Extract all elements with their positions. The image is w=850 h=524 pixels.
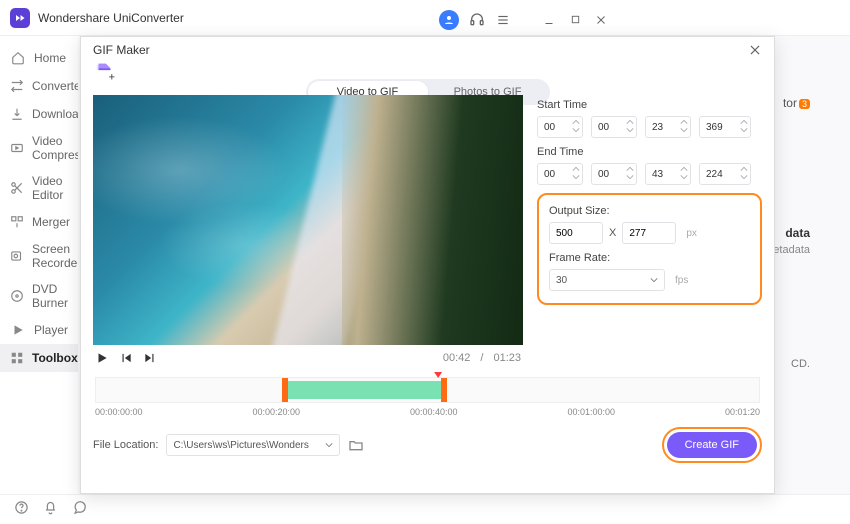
frame-rate-label: Frame Rate:	[549, 252, 750, 264]
output-width[interactable]	[549, 222, 603, 244]
x-label: X	[609, 227, 616, 239]
sidebar-item-label: Video Editor	[32, 174, 68, 202]
sidebar-item-recorder[interactable]: Screen Recorder	[0, 236, 78, 276]
bg-text: CD.	[791, 358, 810, 370]
tick: 00:01:00:00	[567, 407, 615, 417]
sidebar-item-player[interactable]: Player	[0, 316, 78, 344]
home-icon	[10, 50, 26, 66]
app-logo	[10, 8, 30, 28]
add-file-icon[interactable]: +	[93, 61, 115, 83]
close-button[interactable]	[593, 12, 609, 28]
time-total: 01:23	[493, 352, 521, 364]
prev-frame-button[interactable]	[119, 351, 133, 365]
grid-icon	[10, 350, 24, 366]
svg-text:+: +	[109, 71, 115, 83]
start-minutes[interactable]: 00	[591, 116, 637, 138]
video-preview[interactable]	[93, 95, 523, 345]
minimize-button[interactable]	[541, 12, 557, 28]
start-hours[interactable]: 00	[537, 116, 583, 138]
app-title: Wondershare UniConverter	[38, 11, 439, 25]
sidebar-item-label: DVD Burner	[32, 282, 68, 310]
convert-icon	[10, 78, 24, 94]
sidebar: Home Converter Downloader Video Compress…	[0, 36, 78, 494]
tick: 00:01:20	[725, 407, 760, 417]
tick: 00:00:40:00	[410, 407, 458, 417]
headset-icon[interactable]	[469, 12, 485, 28]
user-avatar[interactable]	[439, 10, 459, 30]
sidebar-item-label: Player	[34, 323, 68, 337]
end-minutes[interactable]: 00	[591, 163, 637, 185]
open-folder-button[interactable]	[348, 437, 364, 453]
merge-icon	[10, 214, 24, 230]
end-ms[interactable]: 224	[699, 163, 751, 185]
disc-icon	[10, 288, 24, 304]
bg-text: tor3	[783, 96, 810, 110]
file-location-select[interactable]: C:\Users\ws\Pictures\Wonders	[166, 434, 340, 456]
sidebar-item-label: Toolbox	[32, 351, 78, 365]
modal-title: GIF Maker	[93, 43, 748, 57]
sidebar-item-label: Converter	[32, 79, 85, 93]
start-time-label: Start Time	[537, 99, 762, 111]
frame-rate-select[interactable]: 30	[549, 269, 665, 291]
play-icon	[10, 322, 26, 338]
file-location-label: File Location:	[93, 439, 158, 451]
output-size-label: Output Size:	[549, 205, 750, 217]
output-height[interactable]	[622, 222, 676, 244]
statusbar	[0, 494, 850, 524]
time-current: 00:42	[443, 352, 471, 364]
create-gif-highlight: Create GIF	[662, 427, 762, 463]
bg-text: etadata	[773, 244, 810, 256]
bg-text: data	[785, 226, 810, 240]
sidebar-item-home[interactable]: Home	[0, 44, 78, 72]
sidebar-item-converter[interactable]: Converter	[0, 72, 78, 100]
modal-close-button[interactable]	[748, 43, 762, 57]
menu-icon[interactable]	[495, 12, 511, 28]
end-handle[interactable]	[441, 378, 447, 402]
compress-icon	[10, 140, 24, 156]
px-label: px	[686, 228, 697, 239]
gif-maker-modal: GIF Maker + Video to GIF Photos to GIF 0…	[80, 36, 775, 494]
tick: 00:00:20:00	[252, 407, 300, 417]
selection-range[interactable]	[285, 381, 441, 399]
record-icon	[10, 248, 24, 264]
sidebar-item-label: Screen Recorder	[32, 242, 81, 270]
end-hours[interactable]: 00	[537, 163, 583, 185]
titlebar: Wondershare UniConverter	[0, 0, 850, 36]
sidebar-item-toolbox[interactable]: Toolbox	[0, 344, 78, 372]
timeline-track[interactable]	[95, 377, 760, 403]
download-icon	[10, 106, 24, 122]
end-time-label: End Time	[537, 146, 762, 158]
sidebar-item-downloader[interactable]: Downloader	[0, 100, 78, 128]
start-seconds[interactable]: 23	[645, 116, 691, 138]
sidebar-item-compressor[interactable]: Video Compressor	[0, 128, 78, 168]
start-handle[interactable]	[282, 378, 288, 402]
sidebar-item-editor[interactable]: Video Editor	[0, 168, 78, 208]
timeline: 00:00:00:00 00:00:20:00 00:00:40:00 00:0…	[81, 371, 774, 417]
sidebar-item-label: Merger	[32, 215, 70, 229]
feedback-icon[interactable]	[72, 500, 87, 520]
create-gif-button[interactable]: Create GIF	[667, 432, 757, 458]
fps-label: fps	[675, 275, 688, 286]
help-icon[interactable]	[14, 500, 29, 520]
tick: 00:00:00:00	[95, 407, 143, 417]
sidebar-item-merger[interactable]: Merger	[0, 208, 78, 236]
maximize-button[interactable]	[567, 12, 583, 28]
end-seconds[interactable]: 43	[645, 163, 691, 185]
scissors-icon	[10, 180, 24, 196]
sidebar-item-dvd[interactable]: DVD Burner	[0, 276, 78, 316]
start-ms[interactable]: 369	[699, 116, 751, 138]
bell-icon[interactable]	[43, 500, 58, 520]
play-button[interactable]	[95, 351, 109, 365]
next-frame-button[interactable]	[143, 351, 157, 365]
output-box: Output Size: X px Frame Rate: 30 fps	[537, 193, 762, 305]
sidebar-item-label: Home	[34, 51, 66, 65]
